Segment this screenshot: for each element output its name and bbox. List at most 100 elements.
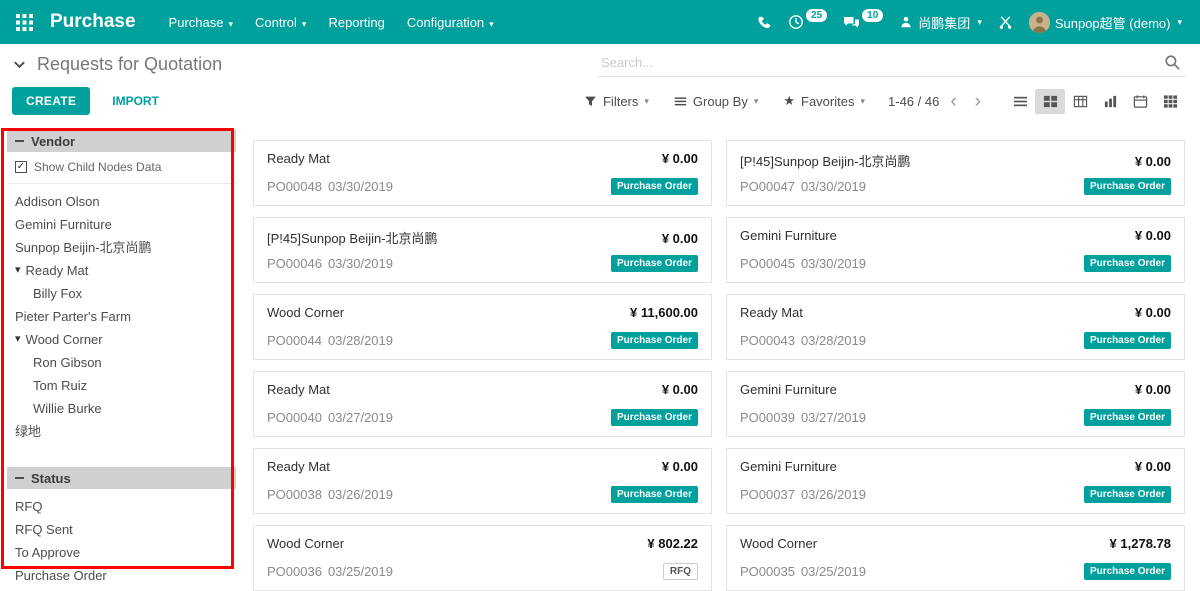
apps-menu-button[interactable] xyxy=(6,4,42,40)
status-list: RFQ RFQ Sent To Approve Purchase Order xyxy=(5,489,238,587)
import-button[interactable]: IMPORT xyxy=(106,93,165,109)
caret-down-icon: ▾ xyxy=(644,96,649,107)
status-list-item[interactable]: Purchase Order xyxy=(5,564,238,587)
filters-dropdown[interactable]: Filters ▾ xyxy=(578,93,655,110)
vendor-tree-item-label: Wood Corner xyxy=(26,328,103,351)
caret-down-icon[interactable]: ▾ xyxy=(15,328,21,351)
create-button[interactable]: CREATE xyxy=(12,87,90,115)
activities-button[interactable]: 25 xyxy=(780,8,835,36)
vendor-tree-item[interactable]: ▾ Sunpop Beijin-北京尚鹏 xyxy=(5,236,238,259)
status-section-header[interactable]: Status xyxy=(7,467,236,489)
breadcrumb[interactable]: Requests for Quotation xyxy=(12,54,222,75)
status-list-item-label: RFQ xyxy=(15,495,42,518)
card-date: 03/26/2019 xyxy=(801,487,866,502)
card-vendor-name: [P!45]Sunpop Beijin-北京尚鹏 xyxy=(740,151,911,170)
menu-item[interactable]: Reporting▾ xyxy=(317,6,395,39)
caret-down-icon: ▾ xyxy=(977,17,982,28)
kanban-view: Ready Mat ¥ 0.00 PO00048 03/30/2019 Purc… xyxy=(243,120,1200,588)
purchase-order-card[interactable]: Ready Mat ¥ 0.00 PO00048 03/30/2019 Purc… xyxy=(253,140,712,206)
purchase-order-card[interactable]: Gemini Furniture ¥ 0.00 PO00037 03/26/20… xyxy=(726,448,1185,514)
status-badge: Purchase Order xyxy=(1084,409,1171,426)
show-child-nodes-toggle[interactable]: ✓ Show Child Nodes Data xyxy=(7,152,236,184)
vendor-tree-item[interactable]: ▾ Pieter Parter's Farm xyxy=(5,305,238,328)
purchase-order-card[interactable]: Ready Mat ¥ 0.00 PO00040 03/27/2019 Purc… xyxy=(253,371,712,437)
vendor-tree-item[interactable]: ▾ Addison Olson xyxy=(5,190,238,213)
vendor-tree-item[interactable]: ▾ 绿地 xyxy=(5,420,238,443)
vendor-tree-item[interactable]: ▾ Tom Ruiz xyxy=(5,374,238,397)
menu-item[interactable]: Control▾ xyxy=(244,6,317,39)
pivot-view-button[interactable] xyxy=(1065,89,1095,114)
search-icon[interactable] xyxy=(1164,54,1181,71)
card-date: 03/27/2019 xyxy=(328,410,393,425)
favorites-label: Favorites xyxy=(801,94,854,109)
purchase-order-card[interactable]: Gemini Furniture ¥ 0.00 PO00039 03/27/20… xyxy=(726,371,1185,437)
page-title: Requests for Quotation xyxy=(37,54,222,75)
tools-icon xyxy=(998,15,1013,30)
purchase-order-card[interactable]: [P!45]Sunpop Beijin-北京尚鹏 ¥ 0.00 PO00047 … xyxy=(726,140,1185,206)
favorites-dropdown[interactable]: ★ Favorites ▾ xyxy=(777,92,871,110)
status-list-item[interactable]: RFQ xyxy=(5,495,238,518)
collapse-icon xyxy=(15,140,24,142)
card-vendor-name: Gemini Furniture xyxy=(740,459,837,474)
control-panel: CREATE IMPORT Filters ▾ Group By ▾ ★ Fav… xyxy=(0,82,1200,120)
checkbox-checked-icon[interactable]: ✓ xyxy=(15,161,27,173)
purchase-order-card[interactable]: Ready Mat ¥ 0.00 PO00043 03/28/2019 Purc… xyxy=(726,294,1185,360)
vendor-section-header[interactable]: Vendor xyxy=(7,130,236,152)
messages-button[interactable]: 10 xyxy=(835,9,891,36)
star-icon: ★ xyxy=(783,93,795,109)
graph-view-button[interactable] xyxy=(1095,89,1125,114)
vendor-tree-item[interactable]: ▾ Ron Gibson xyxy=(5,351,238,374)
user-menu[interactable]: Sunpop超管 (demo) ▾ xyxy=(1021,6,1190,39)
app-brand[interactable]: Purchase xyxy=(50,11,136,33)
vendor-tree-item[interactable]: ▾ Ready Mat xyxy=(5,259,238,282)
purchase-order-card[interactable]: Ready Mat ¥ 0.00 PO00038 03/26/2019 Purc… xyxy=(253,448,712,514)
vendor-tree-item[interactable]: ▾ Gemini Furniture xyxy=(5,213,238,236)
status-list-item[interactable]: RFQ Sent xyxy=(5,518,238,541)
kanban-view-button[interactable] xyxy=(1035,89,1065,114)
status-badge: Purchase Order xyxy=(611,255,698,272)
caret-down-icon: ▾ xyxy=(1177,17,1182,28)
status-list-item[interactable]: To Approve xyxy=(5,541,238,564)
status-badge: Purchase Order xyxy=(1084,332,1171,349)
calendar-view-button[interactable] xyxy=(1125,89,1155,114)
card-reference: PO00046 xyxy=(267,256,322,271)
list-view-icon xyxy=(1013,94,1028,109)
card-vendor-name: Wood Corner xyxy=(267,305,344,320)
pager-previous-button[interactable]: ‹ xyxy=(943,92,963,111)
vendor-tree-item[interactable]: ▾ Wood Corner xyxy=(5,328,238,351)
status-badge: Purchase Order xyxy=(611,332,698,349)
vendor-tree-item-label: Billy Fox xyxy=(33,282,82,305)
card-amount: ¥ 0.00 xyxy=(662,151,698,166)
caret-down-icon[interactable]: ▾ xyxy=(15,259,21,282)
card-reference: PO00035 xyxy=(740,564,795,579)
purchase-order-card[interactable]: Wood Corner ¥ 802.22 PO00036 03/25/2019 … xyxy=(253,525,712,591)
menu-item[interactable]: Configuration▾ xyxy=(396,6,505,39)
groupby-dropdown[interactable]: Group By ▾ xyxy=(668,93,764,110)
activity-view-button[interactable] xyxy=(1155,89,1185,114)
vendor-tree-item[interactable]: ▾ Billy Fox xyxy=(5,282,238,305)
vendor-tree-item[interactable]: ▾ Willie Burke xyxy=(5,397,238,420)
card-vendor-name: Wood Corner xyxy=(740,536,817,551)
purchase-order-card[interactable]: Wood Corner ¥ 1,278.78 PO00035 03/25/201… xyxy=(726,525,1185,591)
card-vendor-name: Ready Mat xyxy=(267,151,330,166)
menu-item-label: Reporting xyxy=(328,15,384,30)
pager-next-button[interactable]: › xyxy=(968,92,988,111)
top-navbar: Purchase Purchase▾Control▾Reporting▾Conf… xyxy=(0,0,1200,44)
purchase-order-card[interactable]: [P!45]Sunpop Beijin-北京尚鹏 ¥ 0.00 PO00046 … xyxy=(253,217,712,283)
card-vendor-name: Ready Mat xyxy=(267,382,330,397)
search-input[interactable] xyxy=(599,54,1164,71)
status-list-item-label: RFQ Sent xyxy=(15,518,73,541)
menu-item[interactable]: Purchase▾ xyxy=(158,6,244,39)
phone-button[interactable] xyxy=(749,9,780,36)
tools-button[interactable] xyxy=(990,9,1021,36)
breadcrumb-row: Requests for Quotation xyxy=(0,44,1200,82)
list-view-button[interactable] xyxy=(1005,89,1035,114)
purchase-order-card[interactable]: Gemini Furniture ¥ 0.00 PO00045 03/30/20… xyxy=(726,217,1185,283)
vendor-tree-item-label: Pieter Parter's Farm xyxy=(15,305,131,328)
card-date: 03/30/2019 xyxy=(328,179,393,194)
card-date: 03/28/2019 xyxy=(801,333,866,348)
company-menu[interactable]: 尚鹏集团 ▾ xyxy=(891,7,990,38)
purchase-order-card[interactable]: Wood Corner ¥ 11,600.00 PO00044 03/28/20… xyxy=(253,294,712,360)
status-list-item-label: Purchase Order xyxy=(15,564,107,587)
card-date: 03/26/2019 xyxy=(328,487,393,502)
